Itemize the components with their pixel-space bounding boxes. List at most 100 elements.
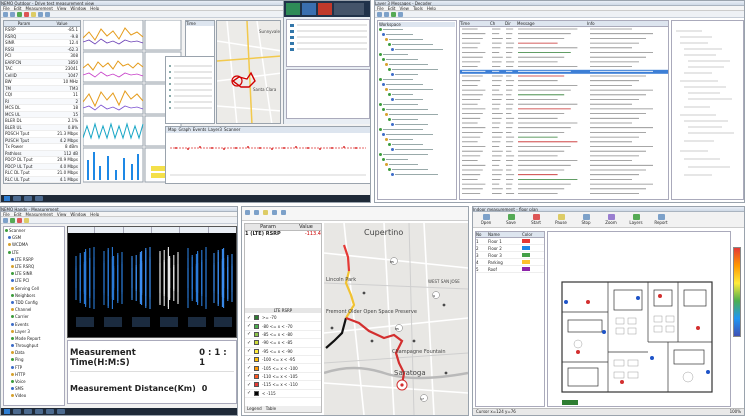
- menu-help-3[interactable]: Help: [90, 212, 99, 216]
- menu-edit[interactable]: Edit: [14, 6, 22, 10]
- tree-item[interactable]: [379, 172, 455, 177]
- tab-table[interactable]: Table: [266, 406, 276, 412]
- handy-tree-item[interactable]: Events: [4, 320, 64, 327]
- legend-row[interactable]: ✓ < -115: [245, 390, 321, 398]
- ribbon-button[interactable]: Open: [475, 214, 497, 225]
- ribbon-button[interactable]: Zoom: [600, 214, 622, 225]
- taskbar-app-1[interactable]: [13, 196, 21, 201]
- map-icon-4[interactable]: [254, 210, 259, 215]
- check-icon[interactable]: ✓: [247, 315, 251, 321]
- check-icon[interactable]: ✓: [247, 323, 251, 329]
- floor-row[interactable]: 1 Floor 1: [476, 238, 544, 245]
- menu-view-3[interactable]: View: [57, 212, 67, 216]
- taskbar-app-2[interactable]: [24, 196, 32, 201]
- check-icon[interactable]: ✓: [247, 340, 251, 346]
- handy-tree-item[interactable]: Carrier: [4, 313, 64, 320]
- message-row[interactable]: [460, 69, 668, 74]
- col-message[interactable]: Message: [517, 21, 587, 26]
- legend-row[interactable]: ✓ -115 <= x < -110: [245, 381, 321, 390]
- taskbar-app-3-2[interactable]: [24, 409, 32, 414]
- menu-edit-3[interactable]: Edit: [14, 212, 22, 216]
- handy-tree-item[interactable]: Serving Cell: [4, 285, 64, 292]
- handy-tree-item[interactable]: LTE RSRQ: [4, 263, 64, 270]
- ribbon-button[interactable]: Start: [525, 214, 547, 225]
- start-button-3[interactable]: [4, 409, 10, 414]
- handy-tree-item[interactable]: Mode Report: [4, 335, 64, 342]
- handy-tree-item[interactable]: Video: [4, 392, 64, 399]
- ribbon-button[interactable]: Stop: [575, 214, 597, 225]
- menu-edit-2[interactable]: Edit: [388, 6, 396, 10]
- tab-legend[interactable]: Legend: [247, 406, 262, 412]
- col-info[interactable]: Info: [587, 21, 657, 26]
- legend-row[interactable]: ✓ -90 <= x < -85: [245, 339, 321, 348]
- menu-file-2[interactable]: File: [377, 6, 384, 10]
- floor-row[interactable]: 3 Floor 3: [476, 252, 544, 259]
- handy-tree-item[interactable]: LTE SINR: [4, 270, 64, 277]
- menu-view-2[interactable]: View: [399, 6, 409, 10]
- handy-tree-item[interactable]: Scanner: [4, 227, 64, 234]
- menu-tools-2[interactable]: Tools: [413, 6, 423, 10]
- handy-tree-item[interactable]: LTE RSRP: [4, 256, 64, 263]
- layers-icon[interactable]: [263, 210, 268, 215]
- col-ch[interactable]: Ch: [490, 21, 505, 26]
- handy-tree-item[interactable]: LTE: [4, 249, 64, 256]
- check-icon[interactable]: ✓: [247, 357, 251, 363]
- check-icon[interactable]: ✓: [247, 348, 251, 354]
- handy-tree-item[interactable]: HTTP: [4, 371, 64, 378]
- play-icon[interactable]: [17, 12, 22, 17]
- menu-view[interactable]: View: [57, 6, 67, 10]
- check-icon[interactable]: ✓: [247, 331, 251, 337]
- settings-icon-3[interactable]: [24, 218, 29, 223]
- ribbon-button[interactable]: Pause: [550, 214, 572, 225]
- handy-tree-item[interactable]: Channel: [4, 306, 64, 313]
- open-icon-2[interactable]: [377, 12, 382, 17]
- taskbar-app-3[interactable]: [35, 196, 43, 201]
- handy-tree-item[interactable]: GSM: [4, 234, 64, 241]
- floor-row[interactable]: 5 Roof: [476, 266, 544, 273]
- check-icon[interactable]: ✓: [247, 382, 251, 388]
- phone-map[interactable]: 85 9 85 17 Cupertino Saratoga Champagne …: [324, 223, 468, 415]
- menu-help[interactable]: Help: [90, 6, 99, 10]
- start-button[interactable]: [4, 196, 10, 201]
- legend-row[interactable]: ✓ -110 <= x < -105: [245, 373, 321, 382]
- menu-window[interactable]: Window: [70, 6, 86, 10]
- legend-row[interactable]: ✓ -105 <= x < -100: [245, 364, 321, 373]
- legend-row[interactable]: ✓ >= -70: [245, 314, 321, 323]
- menu-measurement[interactable]: Measurement: [25, 6, 52, 10]
- taskbar-app-3-1[interactable]: [13, 409, 21, 414]
- ribbon-button[interactable]: Save: [500, 214, 522, 225]
- check-icon[interactable]: ✓: [247, 390, 251, 396]
- filter-icon[interactable]: [391, 12, 396, 17]
- handy-tree-item[interactable]: SMS: [4, 385, 64, 392]
- legend-row[interactable]: ✓ -80 <= x < -70: [245, 322, 321, 331]
- menu-measurement-3[interactable]: Measurement: [25, 212, 52, 216]
- menu-help-2[interactable]: Help: [427, 6, 436, 10]
- settings-icon[interactable]: [31, 12, 36, 17]
- floor-row[interactable]: 4 Parking: [476, 259, 544, 266]
- stop-icon[interactable]: [24, 12, 29, 17]
- open-icon[interactable]: [3, 12, 8, 17]
- save-icon-2[interactable]: [384, 12, 389, 17]
- check-icon[interactable]: ✓: [247, 365, 251, 371]
- floor-plan[interactable]: [547, 231, 731, 407]
- route-map[interactable]: Sunnyvale Santa Clara: [216, 20, 281, 124]
- map-icon[interactable]: [38, 12, 43, 17]
- taskbar-app-3-4[interactable]: [46, 409, 54, 414]
- handy-tree-item[interactable]: TDD Config: [4, 299, 64, 306]
- play-icon-3[interactable]: [10, 218, 15, 223]
- handy-tree-item[interactable]: Layer 3: [4, 328, 64, 335]
- legend-row[interactable]: ✓ -85 <= x < -80: [245, 331, 321, 340]
- check-icon[interactable]: ✓: [247, 373, 251, 379]
- handy-tree-item[interactable]: Data: [4, 349, 64, 356]
- ribbon-button[interactable]: Layers: [625, 214, 647, 225]
- menu-window-3[interactable]: Window: [70, 212, 86, 216]
- col-dir[interactable]: Dir: [505, 21, 517, 26]
- taskbar-app-3-5[interactable]: [57, 409, 65, 414]
- graph-icon[interactable]: [45, 12, 50, 17]
- legend-row[interactable]: ✓ -95 <= x < -90: [245, 348, 321, 356]
- handy-tree-item[interactable]: FTP: [4, 364, 64, 371]
- zoom-icon[interactable]: [272, 210, 277, 215]
- handy-tree-item[interactable]: Ping: [4, 356, 64, 363]
- search-icon[interactable]: [398, 12, 403, 17]
- col-time[interactable]: Time: [460, 21, 490, 26]
